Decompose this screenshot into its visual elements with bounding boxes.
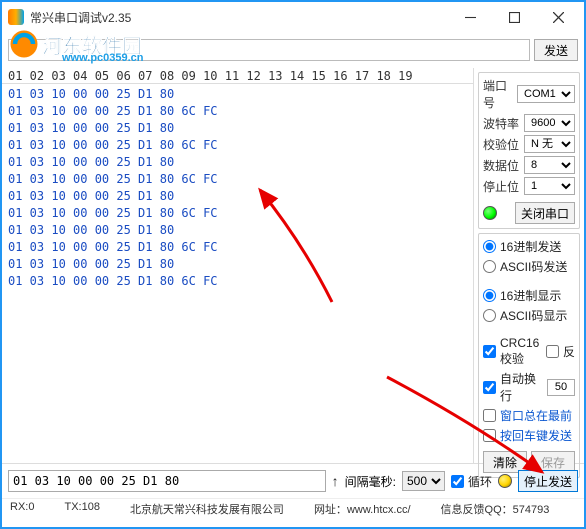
reflect-checkbox[interactable]: 反: [546, 343, 575, 360]
send-ascii-radio[interactable]: ASCII码发送: [483, 258, 575, 275]
port-select[interactable]: COM1: [517, 85, 575, 103]
parity-select[interactable]: N 无: [524, 135, 575, 153]
topmost-checkbox[interactable]: 窗口总在最前: [483, 407, 575, 424]
status-company: 北京航天常兴科技发展有限公司: [130, 501, 284, 517]
wrap-checkbox[interactable]: 自动换行: [483, 370, 544, 404]
window-title: 常兴串口调试v2.35: [30, 9, 448, 26]
app-icon: [8, 9, 24, 25]
interval-label: 间隔毫秒:: [345, 473, 396, 490]
main-area: 01 02 03 04 05 06 07 08 09 10 11 12 13 1…: [2, 68, 584, 463]
stop-send-button[interactable]: 停止发送: [518, 470, 578, 492]
hex-lines[interactable]: 01 03 10 00 00 25 D1 80 01 03 10 00 00 2…: [2, 84, 473, 463]
hex-panel: 01 02 03 04 05 06 07 08 09 10 11 12 13 1…: [2, 68, 474, 463]
options-group: 16进制发送 ASCII码发送 16进制显示 ASCII码显示 CRC16校验 …: [478, 233, 580, 478]
status-qq: 信息反馈QQ：574793: [441, 501, 550, 517]
status-bar: RX:0 TX:108 北京航天常兴科技发展有限公司 网址：www.htcx.c…: [2, 498, 584, 519]
status-site: 网址：www.htcx.cc/: [314, 501, 411, 517]
send-hex-radio[interactable]: 16进制发送: [483, 238, 575, 255]
status-rx: RX:0: [10, 501, 34, 517]
stop-label: 停止位: [483, 178, 521, 195]
data-label: 数据位: [483, 157, 521, 174]
minimize-button[interactable]: [448, 2, 492, 32]
stopbits-select[interactable]: 1: [524, 177, 575, 195]
close-button[interactable]: [536, 2, 580, 32]
wrap-width-input[interactable]: [547, 379, 575, 396]
maximize-button[interactable]: [492, 2, 536, 32]
send-top-button[interactable]: 发送: [534, 39, 578, 61]
disp-hex-radio[interactable]: 16进制显示: [483, 287, 575, 304]
watermark-logo: 河东软件园: [6, 26, 142, 62]
crc-checkbox[interactable]: CRC16校验: [483, 336, 543, 367]
enter-send-checkbox[interactable]: 按回车键发送: [483, 427, 575, 444]
parity-label: 校验位: [483, 136, 521, 153]
close-port-button[interactable]: 关闭串口: [515, 202, 575, 224]
port-label: 端口号: [483, 77, 514, 111]
disp-ascii-radio[interactable]: ASCII码显示: [483, 307, 575, 324]
send-led-icon: [498, 474, 512, 488]
watermark-brand: 河东软件园: [42, 30, 142, 59]
status-tx: TX:108: [64, 501, 99, 517]
send-input[interactable]: [8, 470, 326, 492]
databits-select[interactable]: 8: [524, 156, 575, 174]
interval-select[interactable]: 500: [402, 471, 445, 491]
loop-checkbox[interactable]: 循环: [451, 473, 492, 490]
hex-header: 01 02 03 04 05 06 07 08 09 10 11 12 13 1…: [2, 68, 473, 84]
port-led-icon: [483, 206, 497, 220]
baud-select[interactable]: 9600: [524, 114, 575, 132]
port-group: 端口号COM1 波特率9600 校验位N 无 数据位8 停止位1 关闭串口: [478, 72, 580, 229]
baud-label: 波特率: [483, 115, 521, 132]
side-panel: 端口号COM1 波特率9600 校验位N 无 数据位8 停止位1 关闭串口 16…: [474, 68, 584, 463]
arrow-up-icon: ↑: [332, 473, 339, 489]
brand-icon: [6, 26, 42, 62]
